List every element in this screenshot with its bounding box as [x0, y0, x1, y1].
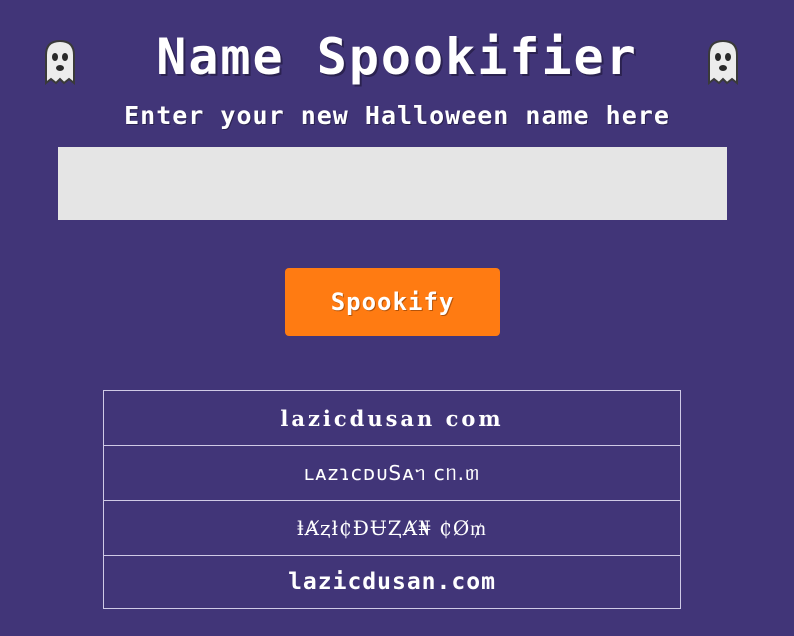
spookify-button[interactable]: Spookify [285, 268, 500, 336]
halloween-name-input[interactable] [58, 147, 727, 220]
result-row: lazicdusan com [104, 391, 680, 446]
result-row: ʟᴀᴢɿᴄᴅᴜSᴀᥐ ᴄᥒ.ᥖ [104, 446, 680, 501]
page-header: Name Spookifier [0, 24, 794, 90]
results-table: lazicdusan com ʟᴀᴢɿᴄᴅᴜSᴀᥐ ᴄᥒ.ᥖ ⱡȺⱬł₵ĐɄⱫȺ… [103, 390, 681, 609]
result-row: lazicdusan.com [288, 569, 496, 595]
result-row: ⱡȺⱬł₵ĐɄⱫȺ₦ ₵Ø₥ [104, 501, 680, 556]
ghost-icon [708, 39, 738, 85]
page-subtitle: Enter your new Halloween name here [124, 101, 670, 130]
page-title: Name Spookifier [156, 28, 638, 86]
